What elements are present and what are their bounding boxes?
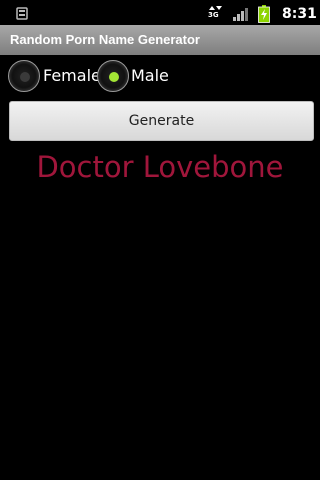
app-title-bar: Random Porn Name Generator: [0, 25, 320, 55]
sd-card-icon: [16, 7, 28, 20]
male-radio-label[interactable]: Male: [131, 66, 169, 85]
signal-strength-icon: [233, 8, 248, 21]
status-bar: 3G 8:31: [0, 0, 320, 25]
battery-charging-icon: [258, 5, 270, 23]
female-radio-indicator: [20, 72, 30, 82]
generate-button[interactable]: Generate: [9, 101, 314, 141]
network-type-icon: 3G: [208, 6, 224, 22]
female-radio-button[interactable]: [8, 60, 40, 92]
app-title: Random Porn Name Generator: [10, 32, 200, 47]
generated-name-text: Doctor Lovebone: [36, 150, 284, 184]
female-radio-label[interactable]: Female: [43, 66, 101, 85]
status-clock: 8:31: [282, 6, 317, 22]
male-radio-indicator: [109, 72, 119, 82]
male-radio-button[interactable]: [97, 60, 129, 92]
network-type-label: 3G: [208, 11, 219, 19]
